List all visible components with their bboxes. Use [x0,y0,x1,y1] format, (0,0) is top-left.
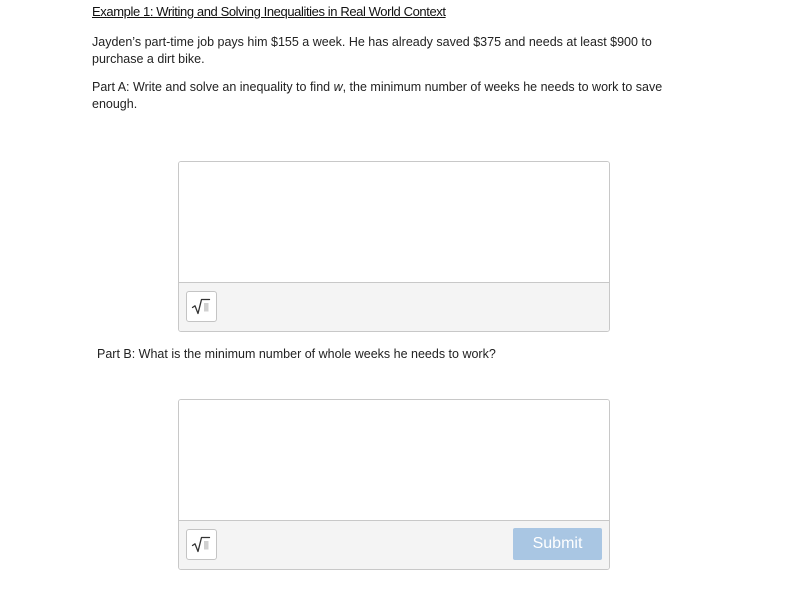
part-b-prompt: Part B: What is the minimum number of wh… [97,347,496,361]
math-editor-button-part-b[interactable] [186,529,217,560]
answer-box-part-b: Submit [178,399,610,570]
math-toolbar-part-a [179,283,609,331]
problem-text: Jayden’s part-time job pays him $155 a w… [92,35,652,66]
part-a-variable: w [333,80,343,94]
answer-box-part-a [178,161,610,332]
submit-button[interactable]: Submit [513,528,602,560]
part-a-prefix: Part A: Write and solve an inequality to… [92,80,334,94]
answer-input-part-b[interactable] [179,400,609,521]
example-title: Example 1: Writing and Solving Inequalit… [92,4,446,19]
answer-input-part-a[interactable] [179,162,609,283]
part-a-prompt: Part A: Write and solve an inequality to… [92,79,682,113]
square-root-icon [191,298,211,315]
math-toolbar-part-b: Submit [179,521,609,569]
square-root-icon [191,536,211,553]
math-editor-button-part-a[interactable] [186,291,217,322]
